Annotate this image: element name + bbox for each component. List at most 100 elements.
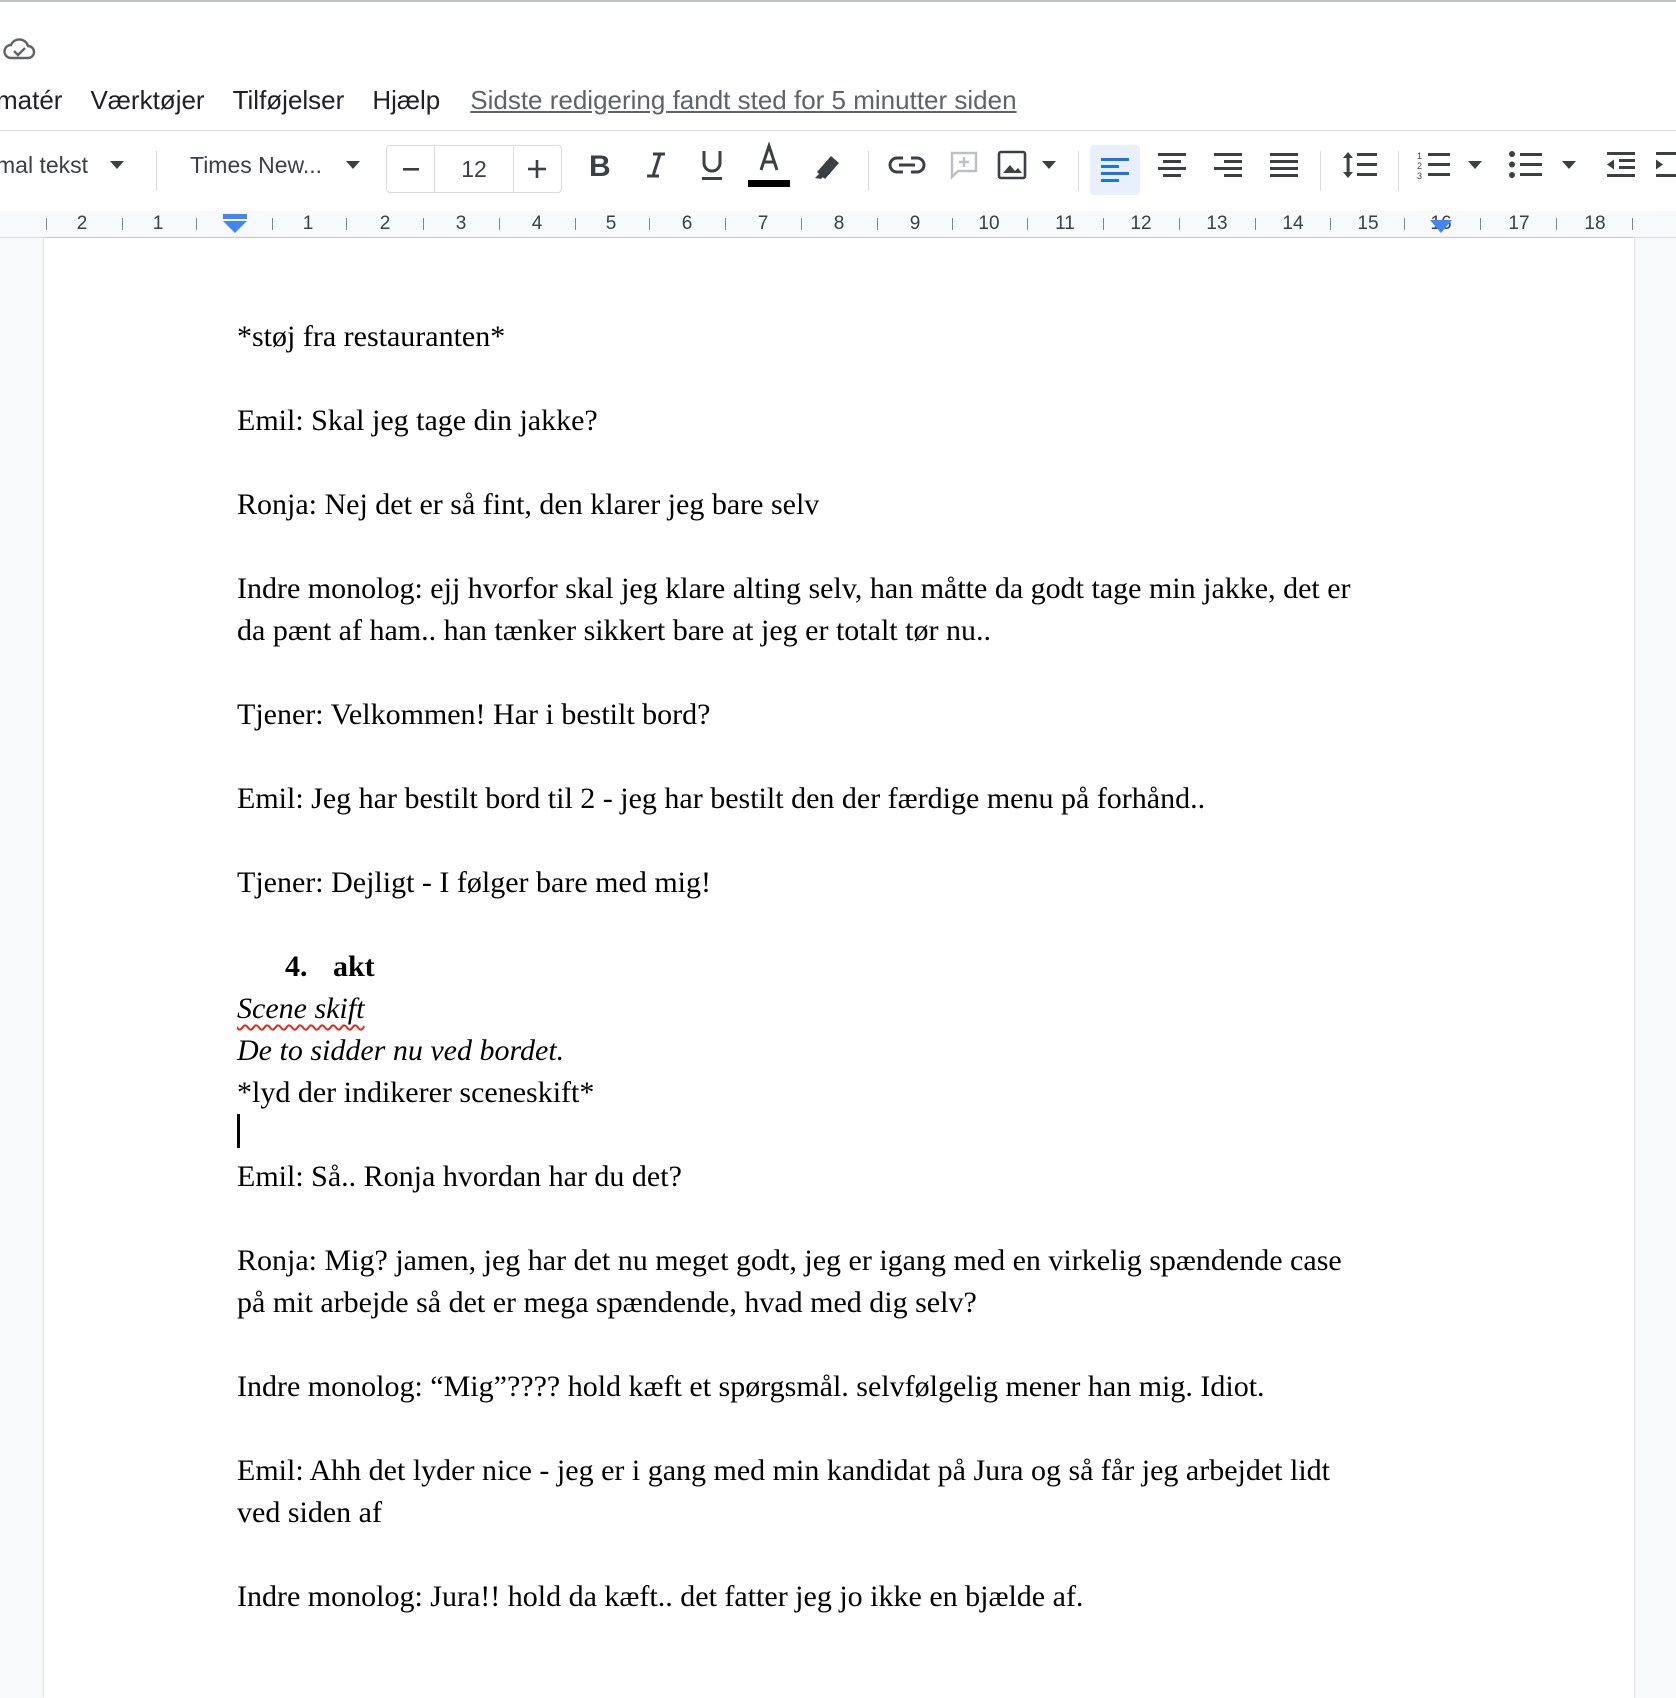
text-cursor (237, 1114, 240, 1148)
doc-blank-line (237, 820, 1477, 862)
svg-text:2: 2 (1417, 161, 1422, 171)
toolbar-divider (156, 151, 157, 191)
align-right-button[interactable] (1204, 143, 1252, 187)
heading-text: akt (333, 950, 375, 983)
ruler: 2 1 1 2 3 4 5 6 7 8 9 10 11 12 13 14 15 … (0, 211, 1676, 238)
menu-tools[interactable]: Værktøjer (76, 80, 218, 120)
font-family-dropdown[interactable]: Times New... (180, 143, 370, 187)
ruler-label: 2 (379, 213, 391, 234)
insert-link-button[interactable] (880, 143, 934, 187)
ruler-label: 11 (1055, 213, 1075, 234)
ruler-label: 15 (1357, 213, 1379, 234)
heading-number: 4. (285, 950, 308, 983)
paragraph-style-label: mal tekst (0, 151, 89, 178)
chevron-down-icon (1562, 161, 1576, 169)
ruler-tick (801, 218, 802, 230)
ruler-tick (499, 218, 500, 230)
font-size-input[interactable]: 12 (434, 146, 514, 192)
toolbar: mal tekst Times New... 12 B 1 2 3 (0, 130, 1676, 211)
ruler-label: 1 (302, 213, 314, 234)
ruler-label: 12 (1130, 213, 1152, 234)
numbered-list-icon: 123 (1417, 151, 1450, 181)
italic-button[interactable] (632, 143, 680, 187)
doc-line: Emil: Ahh det lyder nice - jeg er i gang… (237, 1454, 1330, 1487)
ruler-tick (1632, 218, 1633, 230)
right-indent-marker-icon[interactable] (1429, 219, 1453, 235)
ruler-tick (1027, 218, 1028, 230)
underline-button[interactable] (688, 143, 736, 187)
ruler-tick (1404, 218, 1405, 230)
doc-blank-line (237, 526, 1477, 568)
ruler-label: 4 (531, 213, 543, 234)
chevron-down-icon (1042, 161, 1056, 169)
doc-blank-line (237, 1198, 1477, 1240)
text-color-button[interactable] (744, 141, 794, 191)
link-icon (888, 156, 926, 174)
decrease-font-size-button[interactable] (387, 146, 434, 192)
numbered-list-button[interactable]: 123 (1416, 143, 1490, 187)
ruler-label: 7 (757, 213, 769, 234)
doc-blank-line (237, 736, 1477, 778)
ruler-label: 14 (1282, 213, 1304, 234)
doc-line: Emil: Så.. Ronja hvordan har du det? (237, 1160, 682, 1193)
document-body[interactable]: *støj fra restauranten* Emil: Skal jeg t… (237, 316, 1477, 1618)
doc-line: Ronja: Mig? jamen, jeg har det nu meget … (237, 1244, 1342, 1277)
spellcheck-flagged-text[interactable]: Scene skift (237, 992, 364, 1025)
toolbar-divider (1078, 151, 1079, 191)
doc-blank-line (237, 1534, 1477, 1576)
decrease-indent-button[interactable] (1600, 143, 1642, 187)
doc-line: Ronja: Nej det er så fint, den klarer je… (237, 488, 820, 521)
menu-addons[interactable]: Tilføjelser (219, 80, 359, 120)
left-indent-marker-icon[interactable] (222, 213, 248, 235)
document-page[interactable]: *støj fra restauranten* Emil: Skal jeg t… (44, 238, 1634, 1698)
align-center-button[interactable] (1148, 143, 1196, 187)
ruler-label: 1 (152, 213, 164, 234)
increase-indent-button[interactable] (1652, 143, 1676, 187)
ruler-tick (649, 218, 650, 230)
line-spacing-button[interactable] (1334, 143, 1386, 187)
align-left-button[interactable] (1090, 145, 1140, 195)
toolbar-divider (1320, 151, 1321, 191)
cloud-check-icon[interactable] (2, 34, 38, 64)
ruler-label: 5 (605, 213, 617, 234)
ruler-tick (1556, 218, 1557, 230)
ruler-tick (575, 218, 576, 230)
bulleted-list-icon (1509, 151, 1542, 178)
plus-icon (528, 160, 547, 178)
menu-format[interactable]: matér (0, 80, 76, 120)
ruler-tick (272, 218, 273, 230)
menu-help[interactable]: Hjælp (358, 80, 454, 120)
ruler-label: 18 (1584, 213, 1606, 234)
ruler-tick (423, 218, 424, 230)
svg-text:3: 3 (1417, 171, 1422, 181)
add-comment-icon (950, 151, 978, 180)
doc-blank-line (237, 904, 1477, 946)
doc-line: Indre monolog: Jura!! hold da kæft.. det… (237, 1580, 1084, 1613)
chevron-down-icon (110, 161, 125, 169)
bold-button[interactable]: B (576, 143, 624, 187)
doc-blank-line (237, 652, 1477, 694)
ruler-label: 8 (833, 213, 845, 234)
increase-font-size-button[interactable] (514, 146, 561, 192)
doc-line: på mit arbejde så det er mega spændende,… (237, 1286, 977, 1319)
insert-image-button[interactable] (996, 143, 1062, 187)
last-edit-link[interactable]: Sidste redigering fandt sted for 5 minut… (470, 85, 1016, 116)
doc-line: da pænt af ham.. han tænker sikkert bare… (237, 614, 991, 647)
ruler-label: 2 (76, 213, 88, 234)
align-left-icon (1101, 158, 1129, 182)
justify-button[interactable] (1260, 143, 1308, 187)
doc-line: Indre monolog: ejj hvorfor skal jeg klar… (237, 572, 1351, 605)
svg-text:B: B (589, 150, 611, 180)
add-comment-button[interactable] (940, 143, 988, 187)
image-icon (997, 150, 1027, 180)
highlight-color-button[interactable] (804, 143, 852, 187)
paragraph-style-dropdown[interactable]: mal tekst (0, 143, 140, 187)
toolbar-divider (1398, 151, 1399, 191)
section-heading: 4. akt (237, 946, 1477, 988)
ruler-tick (877, 218, 878, 230)
ruler-tick (725, 218, 726, 230)
italic-icon (647, 152, 665, 178)
doc-line: De to sidder nu ved bordet. (237, 1034, 565, 1067)
bulleted-list-button[interactable] (1508, 143, 1584, 187)
align-center-icon (1158, 153, 1186, 177)
